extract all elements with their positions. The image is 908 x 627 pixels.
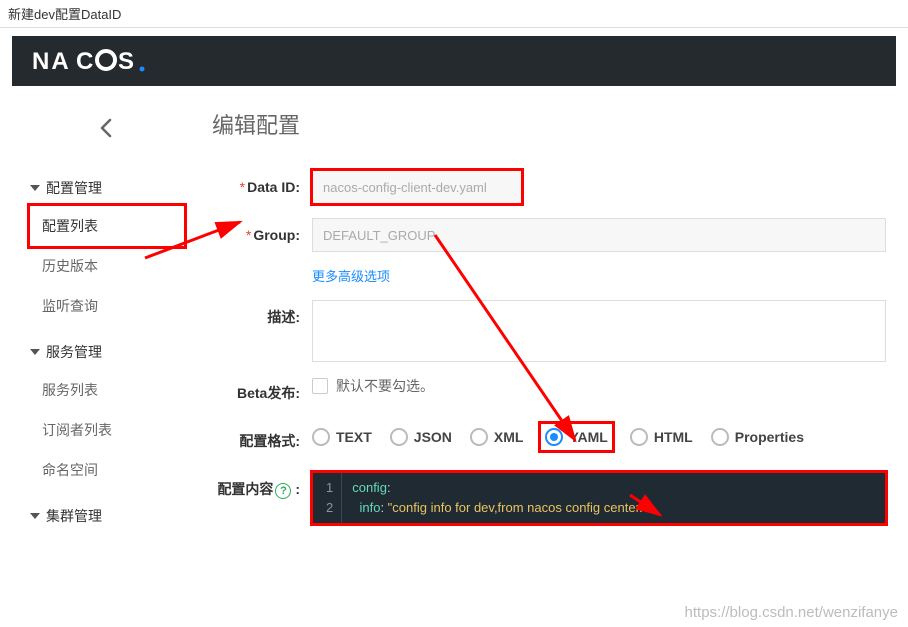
help-icon[interactable]: ? [275, 483, 291, 499]
page-title: 编辑配置 [212, 108, 886, 140]
radio-html[interactable]: HTML [630, 428, 693, 446]
input-data-id[interactable] [312, 170, 522, 204]
header-bar: NA C S [12, 36, 896, 86]
radio-json[interactable]: JSON [390, 428, 452, 446]
label-content: 配置内容? : [212, 472, 312, 506]
nav-group-cluster[interactable]: 集群管理 [30, 498, 184, 534]
svg-text:S: S [118, 48, 136, 75]
svg-text:C: C [76, 48, 95, 75]
radio-text[interactable]: TEXT [312, 428, 372, 446]
nav-group-service[interactable]: 服务管理 [30, 334, 184, 370]
label-group: *Group: [212, 218, 312, 252]
sidebar-item-service-list[interactable]: 服务列表 [30, 370, 184, 410]
checkbox-beta[interactable] [312, 378, 328, 394]
main-content: 编辑配置 *Data ID: *Group: 更多高级选项 描述: Beta发布… [202, 86, 896, 542]
sidebar-item-subscriber[interactable]: 订阅者列表 [30, 410, 184, 450]
watermark: https://blog.csdn.net/wenzifanye [685, 604, 898, 621]
logo: NA C S [32, 47, 172, 75]
beta-hint-text: 默认不要勾选。 [336, 376, 434, 396]
caret-down-icon [30, 513, 40, 519]
svg-text:NA: NA [32, 48, 71, 75]
back-button[interactable] [30, 116, 184, 140]
label-data-id: *Data ID: [212, 170, 312, 204]
nav-group-config[interactable]: 配置管理 [30, 170, 184, 206]
chevron-left-icon [95, 116, 119, 140]
nav-group-label: 配置管理 [46, 178, 102, 198]
editor-code[interactable]: config: info: "config info for dev,from … [342, 472, 657, 524]
sidebar-item-namespace[interactable]: 命名空间 [30, 450, 184, 490]
caret-down-icon [30, 185, 40, 191]
window-title: 新建dev配置DataID [0, 0, 908, 28]
radio-icon [470, 428, 488, 446]
label-format: 配置格式: [212, 424, 312, 458]
sidebar-item-history[interactable]: 历史版本 [30, 246, 184, 286]
sidebar-item-listener[interactable]: 监听查询 [30, 286, 184, 326]
code-editor[interactable]: 1 2 config: info: "config info for dev,f… [312, 472, 886, 524]
input-desc[interactable] [312, 300, 886, 362]
more-options-link[interactable]: 更多高级选项 [312, 269, 390, 284]
editor-gutter: 1 2 [312, 472, 342, 524]
nav-group-label: 集群管理 [46, 506, 102, 526]
radio-icon [312, 428, 330, 446]
label-desc: 描述: [212, 300, 312, 334]
radio-icon [545, 428, 563, 446]
radio-icon [630, 428, 648, 446]
nav-group-label: 服务管理 [46, 342, 102, 362]
radio-icon [711, 428, 729, 446]
label-beta: Beta发布: [212, 376, 312, 410]
input-group[interactable] [312, 218, 886, 252]
radio-icon [390, 428, 408, 446]
radio-yaml[interactable]: YAML [541, 424, 611, 450]
radio-group-format: TEXT JSON XML YAML HTML Properties [312, 424, 886, 450]
sidebar: 配置管理 配置列表 历史版本 监听查询 服务管理 服务列表 订阅者列表 命名空间… [12, 86, 202, 542]
radio-xml[interactable]: XML [470, 428, 524, 446]
sidebar-item-config-list[interactable]: 配置列表 [30, 206, 184, 246]
radio-properties[interactable]: Properties [711, 428, 804, 446]
caret-down-icon [30, 349, 40, 355]
